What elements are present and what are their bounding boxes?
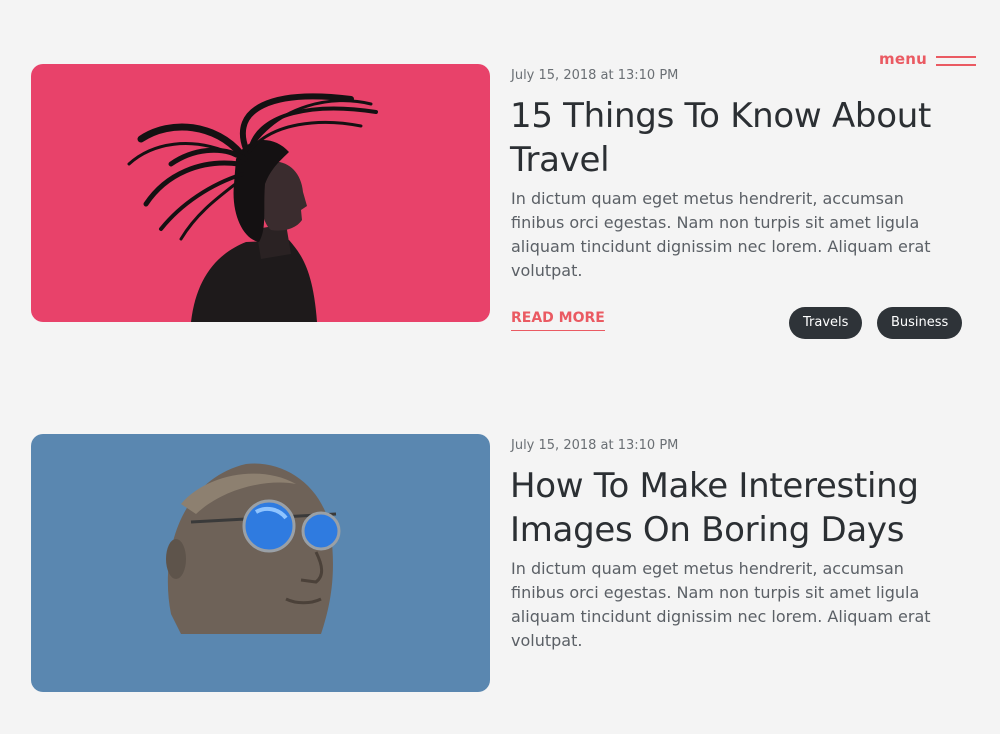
post-image[interactable]: [31, 64, 490, 322]
post-image[interactable]: [31, 434, 490, 692]
post-excerpt: In dictum quam eget metus hendrerit, acc…: [511, 559, 931, 650]
post-title[interactable]: 15 Things To Know About Travel: [510, 94, 970, 182]
post-title[interactable]: How To Make Interesting Images On Boring…: [510, 464, 970, 552]
read-more-link[interactable]: READ MORE: [511, 310, 605, 331]
tag-business[interactable]: Business: [877, 307, 963, 339]
post-excerpt: In dictum quam eget metus hendrerit, acc…: [511, 189, 931, 280]
post-date: July 15, 2018 at 13:10 PM: [511, 438, 679, 453]
post-date: July 15, 2018 at 13:10 PM: [511, 68, 679, 83]
blog-post: July 15, 2018 at 13:10 PM 15 Things To K…: [31, 64, 971, 364]
tag-travels[interactable]: Travels: [789, 307, 863, 339]
blog-post: July 15, 2018 at 13:10 PM How To Make In…: [31, 434, 971, 734]
